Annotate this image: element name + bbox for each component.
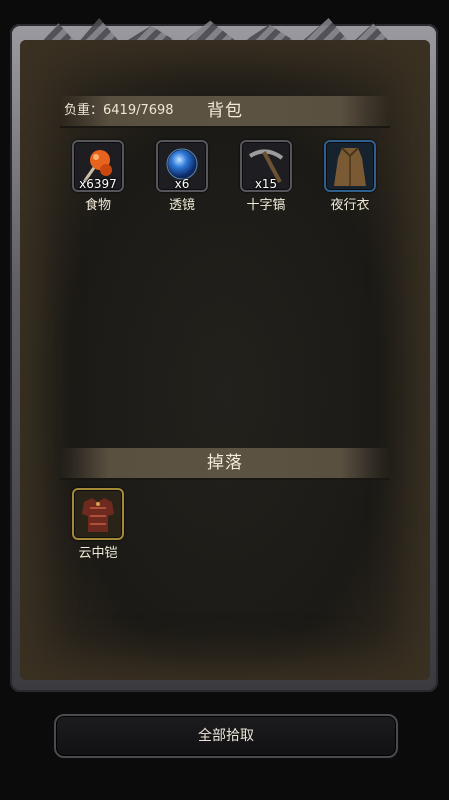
item-label: 十字镐	[246, 198, 286, 213]
drop-item-armor[interactable]: 云中铠	[72, 488, 124, 561]
item-label: 云中铠	[78, 546, 118, 561]
inventory-panel	[20, 40, 430, 680]
backpack-item-food[interactable]: x6397 食物	[72, 140, 124, 213]
item-count: x15	[254, 177, 278, 191]
item-slot: x6	[156, 140, 208, 192]
item-label: 食物	[84, 198, 111, 213]
item-slot	[324, 140, 376, 192]
night-cloak-icon	[334, 147, 366, 186]
backpack-item-lens[interactable]: x6 透镜	[156, 140, 208, 213]
backpack-title: 背包	[207, 101, 243, 121]
item-slot	[72, 488, 124, 540]
item-label: 夜行衣	[330, 198, 370, 213]
backpack-item-pickaxe[interactable]: x15 十字镐	[240, 140, 292, 213]
drops-header: 掉落	[60, 448, 390, 480]
item-slot: x15	[240, 140, 292, 192]
item-slot: x6397	[72, 140, 124, 192]
backpack-item-night-cloak[interactable]: 夜行衣	[324, 140, 376, 213]
armor-icon	[82, 498, 114, 532]
backpack-header: 负重：6419/7698 背包	[60, 96, 390, 128]
drops-title: 掉落	[207, 453, 243, 473]
item-count: x6397	[79, 177, 117, 191]
pickup-all-button[interactable]: 全部拾取	[54, 714, 398, 758]
item-count: x6	[174, 177, 190, 191]
item-label: 透镜	[168, 198, 195, 213]
